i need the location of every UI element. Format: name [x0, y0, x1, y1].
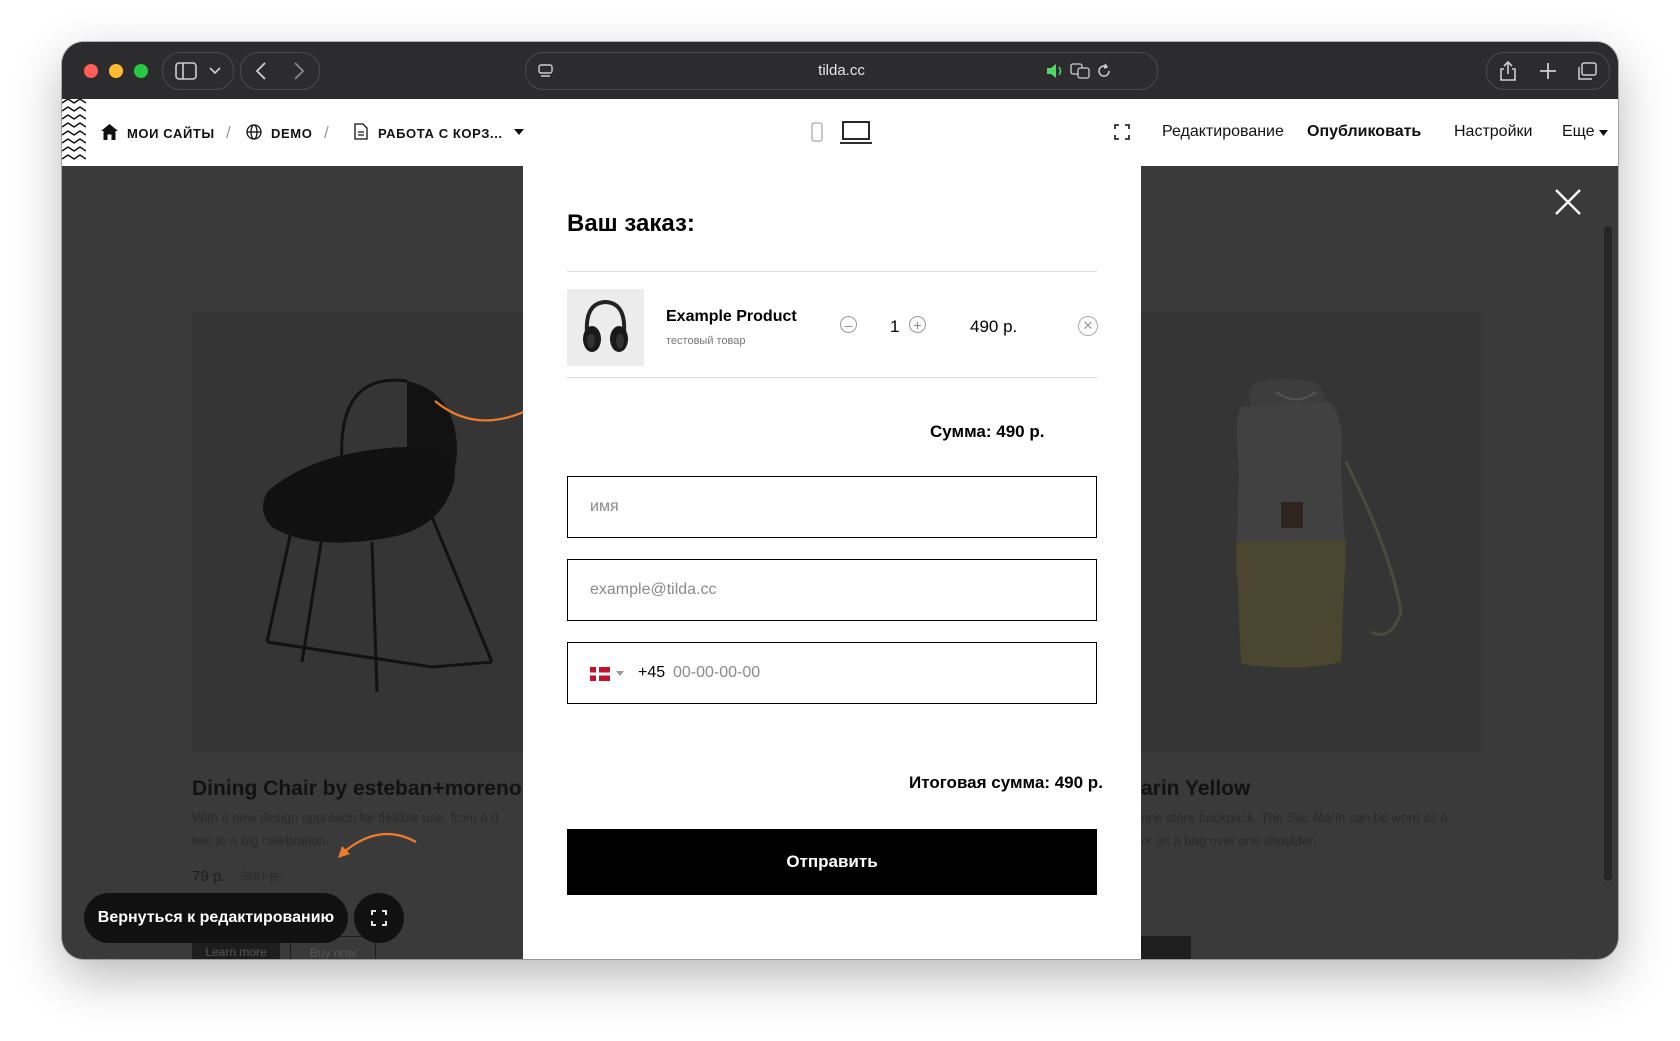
orange-arrow-bottom-icon: [338, 832, 417, 858]
home-icon[interactable]: [101, 124, 118, 140]
divider: [567, 271, 1097, 272]
nav-buttons-group: [240, 52, 320, 90]
divider: [567, 377, 1097, 378]
product-desc-right: rine store backpack. The Sac Marin can b…: [1141, 806, 1448, 852]
crumb-separator: /: [324, 123, 329, 142]
address-bar[interactable]: tilda.cc: [525, 52, 1158, 90]
browser-titlebar: tilda.cc: [62, 42, 1618, 99]
product-desc-right-line2: or as a bag over one shoulder.: [1141, 833, 1317, 848]
browser-window: tilda.cc МОИ САЙТЫ / DEMO / РАБОТА С КОР…: [62, 42, 1618, 959]
fullscreen-expand-icon: [371, 910, 387, 926]
cart-item-name: Example Product: [666, 308, 797, 325]
email-field[interactable]: [567, 559, 1097, 621]
back-icon[interactable]: [255, 62, 267, 80]
sidebar-toggle-group[interactable]: [162, 52, 234, 90]
menu-settings[interactable]: Настройки: [1454, 123, 1532, 141]
name-field[interactable]: [567, 476, 1097, 538]
phone-field[interactable]: +45 00-00-00-00: [567, 642, 1097, 704]
cart-item-subtitle: тестовый товар: [666, 335, 746, 347]
page-scrollbar[interactable]: [1604, 226, 1612, 881]
more-dropdown-icon[interactable]: [1599, 130, 1608, 136]
mobile-view-icon[interactable]: [811, 122, 823, 142]
close-window-button[interactable]: [84, 64, 98, 78]
crumb-my-sites[interactable]: МОИ САЙТЫ: [127, 126, 215, 141]
email-input[interactable]: [568, 560, 1096, 620]
tilda-zigzag-logo-icon[interactable]: [62, 99, 86, 166]
tab-overview-icon[interactable]: [1577, 62, 1597, 80]
translate-icon[interactable]: [1070, 63, 1090, 79]
page-document-icon: [354, 123, 368, 140]
country-dropdown-icon[interactable]: [616, 671, 624, 676]
product-title-right: arin Yellow: [1141, 777, 1251, 800]
product-thumbnail: [567, 289, 644, 366]
page-content: Dining Chair by esteban+moreno With a ne…: [62, 166, 1618, 959]
product-image-chair: [192, 312, 532, 752]
close-modal-icon[interactable]: [1554, 188, 1582, 216]
remove-item-close-icon[interactable]: ✕: [1078, 316, 1098, 336]
quantity-decrease-button[interactable]: –: [840, 316, 857, 333]
denmark-flag-icon[interactable]: [590, 667, 610, 681]
reload-icon[interactable]: [1096, 63, 1112, 79]
menu-publish[interactable]: Опубликовать: [1307, 123, 1421, 141]
product-desc-right-line1: rine store backpack. The Sac Marin can b…: [1141, 810, 1448, 825]
crumb-demo[interactable]: DEMO: [271, 126, 312, 141]
globe-icon: [246, 124, 262, 140]
minimize-window-button[interactable]: [109, 64, 123, 78]
page-dropdown-icon[interactable]: [514, 129, 524, 135]
product-price-left: 79 р.: [192, 868, 226, 885]
phone-prefix: +45: [638, 664, 666, 681]
product-title-left: Dining Chair by esteban+moreno: [192, 777, 522, 800]
back-to-editing-button[interactable]: Вернуться к редактированию: [84, 893, 348, 943]
product-image-backpack: [1141, 312, 1481, 752]
phone-placeholder[interactable]: 00-00-00-00: [673, 664, 760, 682]
crumb-page[interactable]: РАБОТА С КОРЗ...: [378, 126, 503, 141]
backpack-image-icon: [1236, 379, 1403, 668]
product-old-price-left: 300 р.: [240, 868, 282, 885]
tilda-editor-bar: МОИ САЙТЫ / DEMO / РАБОТА С КОРЗ... Реда…: [62, 99, 1618, 166]
chair-image-icon: [263, 378, 494, 693]
menu-edit[interactable]: Редактирование: [1162, 123, 1284, 141]
crumb-separator: /: [226, 123, 231, 142]
cart-item-price: 490 р.: [970, 317, 1018, 336]
quantity-increase-button[interactable]: +: [909, 316, 926, 333]
zoom-window-button[interactable]: [134, 64, 148, 78]
menu-more[interactable]: Еще: [1562, 123, 1595, 141]
submit-order-button[interactable]: Отправить: [567, 829, 1097, 895]
name-input[interactable]: [568, 477, 1096, 537]
sidebar-icon[interactable]: [175, 62, 197, 80]
share-icon[interactable]: [1499, 60, 1517, 82]
cart-sum: Сумма: 490 р.: [930, 422, 1045, 441]
cart-title: Ваш заказ:: [567, 210, 695, 237]
speaker-icon[interactable]: [1046, 63, 1064, 79]
fullscreen-icon[interactable]: [1114, 124, 1130, 140]
right-product-button[interactable]: [1141, 936, 1191, 959]
cart-total: Итоговая сумма: 490 р.: [909, 773, 1103, 792]
window-actions-group: [1486, 52, 1610, 90]
fullscreen-toggle-button[interactable]: [354, 893, 404, 943]
chevron-down-icon[interactable]: [209, 67, 221, 75]
desktop-view-icon[interactable]: [840, 121, 872, 145]
forward-icon[interactable]: [293, 62, 305, 80]
headphones-icon: [583, 299, 628, 352]
quantity-value: 1: [890, 317, 900, 336]
new-tab-icon[interactable]: [1539, 62, 1557, 80]
